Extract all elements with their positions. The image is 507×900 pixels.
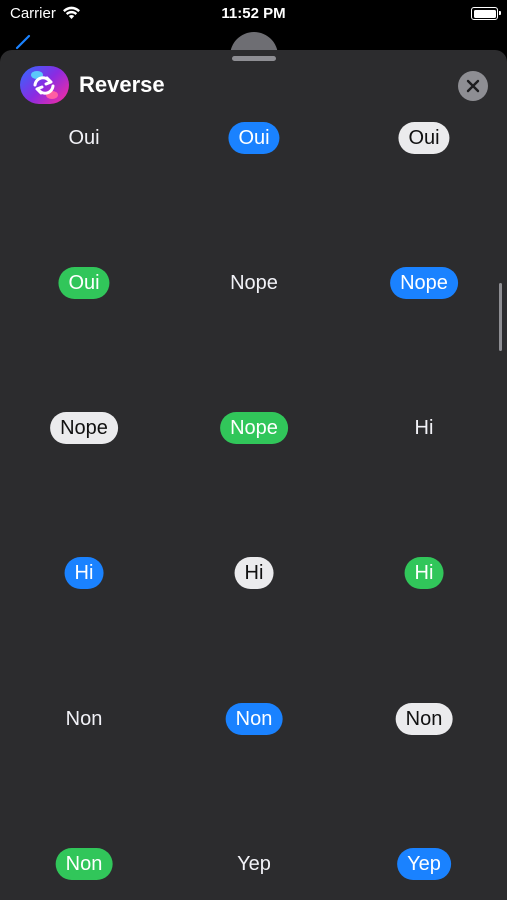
sticker-bubble[interactable]: Hi xyxy=(404,557,444,589)
scroll-indicator[interactable] xyxy=(499,283,502,351)
sticker-bubble[interactable]: Yep xyxy=(397,848,451,880)
status-bar: Carrier 11:52 PM xyxy=(0,0,507,30)
sticker-grid: Oui Oui Oui Oui Nope Nope Nope Nope Hi H… xyxy=(0,50,507,900)
app-sheet: Reverse Oui Oui Oui Oui Nope Nope Nope N… xyxy=(0,50,507,900)
back-chevron-icon[interactable] xyxy=(13,34,31,50)
sticker-bubble[interactable]: Nope xyxy=(50,412,118,444)
sticker-bubble[interactable]: Non xyxy=(395,703,453,735)
sticker-bubble[interactable]: Oui xyxy=(398,122,450,154)
sticker-bubble[interactable]: Yep xyxy=(227,848,281,880)
sticker-bubble[interactable]: Hi xyxy=(64,557,104,589)
sticker-bubble[interactable]: Non xyxy=(55,848,113,880)
sticker-bubble[interactable]: Nope xyxy=(220,267,288,299)
sticker-bubble[interactable]: Oui xyxy=(58,122,109,154)
sticker-bubble[interactable]: Nope xyxy=(390,267,458,299)
battery-icon xyxy=(471,7,501,20)
sticker-bubble[interactable]: Non xyxy=(56,703,113,735)
status-time: 11:52 PM xyxy=(221,5,286,22)
sticker-bubble[interactable]: Non xyxy=(225,703,283,735)
sticker-bubble[interactable]: Nope xyxy=(220,412,288,444)
sticker-bubble[interactable]: Hi xyxy=(234,557,274,589)
sticker-bubble[interactable]: Oui xyxy=(58,267,110,299)
sticker-bubble[interactable]: Hi xyxy=(405,412,444,444)
sticker-bubble[interactable]: Oui xyxy=(228,122,280,154)
